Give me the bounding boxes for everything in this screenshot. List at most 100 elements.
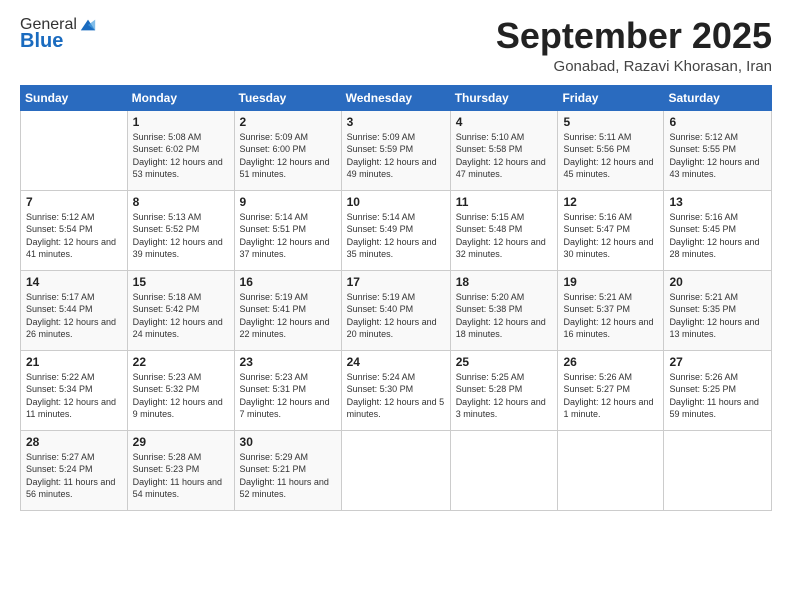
month-title: September 2025 [496,16,772,56]
day-info: Sunrise: 5:18 AMSunset: 5:42 PMDaylight:… [133,291,229,341]
calendar-cell: 14Sunrise: 5:17 AMSunset: 5:44 PMDayligh… [21,270,128,350]
day-number: 26 [563,355,658,369]
day-info: Sunrise: 5:11 AMSunset: 5:56 PMDaylight:… [563,131,658,181]
day-info: Sunrise: 5:12 AMSunset: 5:54 PMDaylight:… [26,211,122,261]
location: Gonabad, Razavi Khorasan, Iran [496,58,772,75]
weekday-header: Saturday [664,85,772,110]
day-info: Sunrise: 5:20 AMSunset: 5:38 PMDaylight:… [456,291,553,341]
day-info: Sunrise: 5:27 AMSunset: 5:24 PMDaylight:… [26,451,122,501]
title-block: September 2025 Gonabad, Razavi Khorasan,… [496,16,772,75]
day-info: Sunrise: 5:21 AMSunset: 5:35 PMDaylight:… [669,291,766,341]
day-number: 1 [133,115,229,129]
calendar-cell [558,430,664,510]
day-number: 19 [563,275,658,289]
logo-icon [79,16,97,34]
calendar-cell: 21 Sunrise: 5:22 AMSunset: 5:34 PMDayligh… [21,350,128,430]
calendar-cell: 2 Sunrise: 5:09 AMSunset: 6:00 PMDaylight… [234,110,341,190]
header: General Blue September 2025 Gonabad, Raz… [20,16,772,75]
calendar-cell: 30 Sunrise: 5:29 AMSunset: 5:21 PMDayligh… [234,430,341,510]
day-number: 13 [669,195,766,209]
calendar-cell: 13 Sunrise: 5:16 AMSunset: 5:45 PMDayligh… [664,190,772,270]
calendar-cell [450,430,558,510]
calendar-cell: 26 Sunrise: 5:26 AMSunset: 5:27 PMDayligh… [558,350,664,430]
calendar-cell: 28 Sunrise: 5:27 AMSunset: 5:24 PMDayligh… [21,430,128,510]
calendar-cell: 9 Sunrise: 5:14 AMSunset: 5:51 PMDaylight… [234,190,341,270]
day-info: Sunrise: 5:28 AMSunset: 5:23 PMDaylight:… [133,451,229,501]
calendar-cell: 24 Sunrise: 5:24 AMSunset: 5:30 PMDayligh… [341,350,450,430]
day-number: 23 [240,355,336,369]
day-info: Sunrise: 5:16 AMSunset: 5:47 PMDaylight:… [563,211,658,261]
calendar-cell: 15 Sunrise: 5:18 AMSunset: 5:42 PMDayligh… [127,270,234,350]
day-number: 28 [26,435,122,449]
calendar-header-row: SundayMondayTuesdayWednesdayThursdayFrid… [21,85,772,110]
day-info: Sunrise: 5:29 AMSunset: 5:21 PMDaylight:… [240,451,336,501]
calendar-week-row: 14Sunrise: 5:17 AMSunset: 5:44 PMDayligh… [21,270,772,350]
day-info: Sunrise: 5:13 AMSunset: 5:52 PMDaylight:… [133,211,229,261]
day-number: 12 [563,195,658,209]
calendar-cell [341,430,450,510]
day-info: Sunrise: 5:23 AMSunset: 5:32 PMDaylight:… [133,371,229,421]
calendar-cell [21,110,128,190]
weekday-header: Tuesday [234,85,341,110]
day-info: Sunrise: 5:21 AMSunset: 5:37 PMDaylight:… [563,291,658,341]
day-info: Sunrise: 5:19 AMSunset: 5:40 PMDaylight:… [347,291,445,341]
calendar-cell: 1 Sunrise: 5:08 AMSunset: 6:02 PMDaylight… [127,110,234,190]
day-info: Sunrise: 5:09 AMSunset: 5:59 PMDaylight:… [347,131,445,181]
day-info: Sunrise: 5:08 AMSunset: 6:02 PMDaylight:… [133,131,229,181]
day-info: Sunrise: 5:09 AMSunset: 6:00 PMDaylight:… [240,131,336,181]
day-info: Sunrise: 5:17 AMSunset: 5:44 PMDaylight:… [26,291,122,341]
calendar-cell: 11Sunrise: 5:15 AMSunset: 5:48 PMDayligh… [450,190,558,270]
calendar-cell: 17Sunrise: 5:19 AMSunset: 5:40 PMDayligh… [341,270,450,350]
day-info: Sunrise: 5:23 AMSunset: 5:31 PMDaylight:… [240,371,336,421]
day-number: 16 [240,275,336,289]
day-number: 30 [240,435,336,449]
calendar-cell: 23 Sunrise: 5:23 AMSunset: 5:31 PMDayligh… [234,350,341,430]
day-number: 10 [347,195,445,209]
day-number: 5 [563,115,658,129]
calendar-week-row: 7 Sunrise: 5:12 AMSunset: 5:54 PMDaylight… [21,190,772,270]
day-number: 11 [456,195,553,209]
calendar-cell: 5 Sunrise: 5:11 AMSunset: 5:56 PMDaylight… [558,110,664,190]
day-info: Sunrise: 5:14 AMSunset: 5:51 PMDaylight:… [240,211,336,261]
day-number: 6 [669,115,766,129]
day-number: 2 [240,115,336,129]
weekday-header: Wednesday [341,85,450,110]
calendar-cell: 10 Sunrise: 5:14 AMSunset: 5:49 PMDayligh… [341,190,450,270]
calendar-cell: 3 Sunrise: 5:09 AMSunset: 5:59 PMDaylight… [341,110,450,190]
calendar-week-row: 21 Sunrise: 5:22 AMSunset: 5:34 PMDayligh… [21,350,772,430]
day-number: 27 [669,355,766,369]
calendar-cell: 25Sunrise: 5:25 AMSunset: 5:28 PMDayligh… [450,350,558,430]
calendar-cell: 27 Sunrise: 5:26 AMSunset: 5:25 PMDayligh… [664,350,772,430]
day-info: Sunrise: 5:16 AMSunset: 5:45 PMDaylight:… [669,211,766,261]
weekday-header: Monday [127,85,234,110]
calendar-cell: 22Sunrise: 5:23 AMSunset: 5:32 PMDayligh… [127,350,234,430]
calendar-cell: 20Sunrise: 5:21 AMSunset: 5:35 PMDayligh… [664,270,772,350]
day-info: Sunrise: 5:19 AMSunset: 5:41 PMDaylight:… [240,291,336,341]
weekday-header: Thursday [450,85,558,110]
day-number: 9 [240,195,336,209]
calendar-table: SundayMondayTuesdayWednesdayThursdayFrid… [20,85,772,511]
day-number: 4 [456,115,553,129]
weekday-header: Sunday [21,85,128,110]
day-number: 3 [347,115,445,129]
day-info: Sunrise: 5:25 AMSunset: 5:28 PMDaylight:… [456,371,553,421]
weekday-header: Friday [558,85,664,110]
calendar-week-row: 28 Sunrise: 5:27 AMSunset: 5:24 PMDayligh… [21,430,772,510]
logo: General Blue [20,16,97,53]
day-info: Sunrise: 5:24 AMSunset: 5:30 PMDaylight:… [347,371,445,421]
day-info: Sunrise: 5:12 AMSunset: 5:55 PMDaylight:… [669,131,766,181]
day-info: Sunrise: 5:26 AMSunset: 5:25 PMDaylight:… [669,371,766,421]
day-number: 18 [456,275,553,289]
day-info: Sunrise: 5:26 AMSunset: 5:27 PMDaylight:… [563,371,658,421]
day-number: 24 [347,355,445,369]
day-number: 21 [26,355,122,369]
day-number: 8 [133,195,229,209]
calendar-cell: 16 Sunrise: 5:19 AMSunset: 5:41 PMDayligh… [234,270,341,350]
day-number: 15 [133,275,229,289]
day-number: 7 [26,195,122,209]
calendar-cell: 7 Sunrise: 5:12 AMSunset: 5:54 PMDaylight… [21,190,128,270]
day-info: Sunrise: 5:14 AMSunset: 5:49 PMDaylight:… [347,211,445,261]
day-number: 29 [133,435,229,449]
day-info: Sunrise: 5:22 AMSunset: 5:34 PMDaylight:… [26,371,122,421]
calendar-cell: 29 Sunrise: 5:28 AMSunset: 5:23 PMDayligh… [127,430,234,510]
